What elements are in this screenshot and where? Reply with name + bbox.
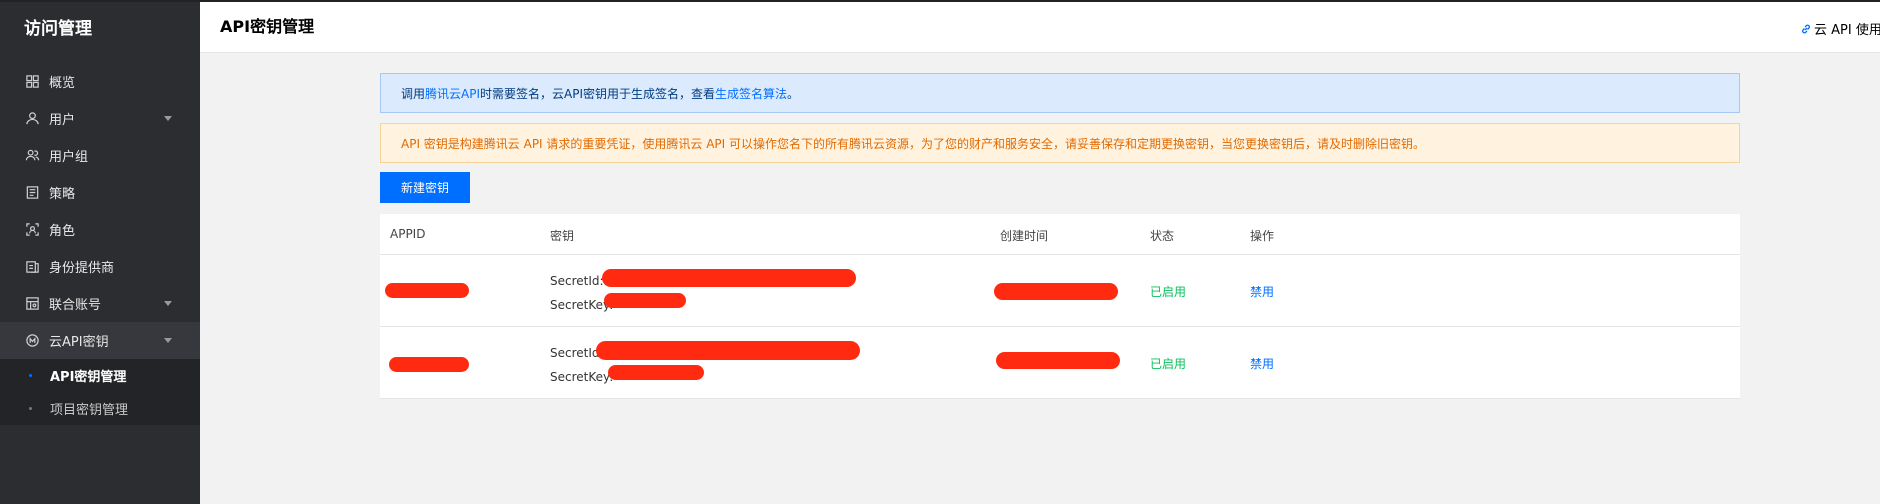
sidebar-item-federated-account[interactable]: 联合账号 [0, 285, 200, 322]
sidebar-subitem-label: 项目密钥管理 [50, 403, 129, 418]
column-header-operation: 操作 [1250, 229, 1275, 243]
column-header-key: 密钥 [550, 229, 575, 243]
table-row: SecretId: SecretKey: 已启用 禁用 [380, 327, 1740, 399]
api-doc-link-label: 云 API 使用文 [1814, 23, 1880, 38]
redacted-secret-id [596, 341, 860, 360]
sidebar-item-label: 联合账号 [49, 298, 102, 313]
page-title: API密钥管理 [220, 17, 315, 36]
table-header: APPID 密钥 创建时间 状态 操作 [380, 214, 1740, 255]
sidebar-item-label: 策略 [49, 187, 76, 202]
sidebar-item-label: 角色 [49, 224, 76, 239]
link-icon [1802, 24, 1810, 33]
column-header-appid: APPID [390, 227, 426, 241]
warning-alert: API 密钥是构建腾讯云 API 请求的重要凭证，使用腾讯云 API 可以操作您… [380, 123, 1740, 163]
sidebar-item-label: 用户 [49, 113, 76, 128]
bullet-dot-icon [29, 407, 32, 410]
sidebar-title: 访问管理 [24, 19, 92, 39]
sidebar-menu: 概览 用户 用户组 策略 角色 身份提供商 联合账号 云API密钥 API密钥管… [0, 63, 200, 425]
chevron-down-icon [164, 338, 172, 343]
federated-account-icon [24, 296, 40, 312]
redacted-secret-key [604, 293, 686, 308]
sidebar-subitem-project-key-management[interactable]: 项目密钥管理 [0, 392, 200, 425]
signature-algorithm-link[interactable]: 生成签名算法 [715, 85, 787, 102]
sidebar-item-identity-provider[interactable]: 身份提供商 [0, 248, 200, 285]
app-root: 访问管理 概览 用户 用户组 策略 角色 身份提供商 联合账号 云API密钥 A… [0, 0, 1880, 504]
disable-link[interactable]: 禁用 [1250, 283, 1274, 300]
secret-key-label: SecretKey: [550, 370, 614, 384]
tencent-cloud-api-link[interactable]: 腾讯云API [425, 85, 480, 102]
warning-alert-text: API 密钥是构建腾讯云 API 请求的重要凭证，使用腾讯云 API 可以操作您… [401, 136, 1426, 151]
sidebar-item-user-group[interactable]: 用户组 [0, 137, 200, 174]
api-key-table: APPID 密钥 创建时间 状态 操作 SecretId: SecretKey:… [380, 214, 1740, 399]
sidebar-item-overview[interactable]: 概览 [0, 63, 200, 100]
info-alert: 调用 腾讯云API 时需要签名，云API密钥用于生成签名，查看 生成签名算法 。 [380, 73, 1740, 113]
info-alert-suffix: 。 [787, 86, 800, 101]
page-header: API密钥管理 云 API 使用文 [200, 2, 1880, 53]
policy-icon [24, 185, 40, 201]
identity-provider-icon [24, 259, 40, 275]
bullet-dot-icon [29, 374, 32, 377]
redacted-created-time [996, 352, 1120, 369]
redacted-appid [389, 357, 469, 372]
chevron-down-icon [164, 301, 172, 306]
redacted-created-time [994, 283, 1118, 300]
sidebar-item-label: 用户组 [49, 150, 89, 165]
user-icon [24, 111, 40, 127]
api-doc-link[interactable]: 云 API 使用文 [1800, 19, 1880, 38]
sidebar-item-label: 概览 [49, 76, 76, 91]
status-badge: 已启用 [1150, 357, 1187, 371]
user-group-icon [24, 148, 40, 164]
chevron-down-icon [164, 116, 172, 121]
sidebar-item-policy[interactable]: 策略 [0, 174, 200, 211]
sidebar-item-role[interactable]: 角色 [0, 211, 200, 248]
sidebar-subitem-api-key-management[interactable]: API密钥管理 [0, 359, 200, 392]
status-badge: 已启用 [1150, 285, 1187, 299]
sidebar-item-label: 云API密钥 [49, 335, 109, 350]
redacted-secret-id [602, 269, 856, 287]
main-content: 调用 腾讯云API 时需要签名，云API密钥用于生成签名，查看 生成签名算法 。… [380, 73, 1740, 399]
sidebar-item-label: 身份提供商 [49, 261, 115, 276]
column-header-status: 状态 [1150, 229, 1175, 243]
disable-link[interactable]: 禁用 [1250, 355, 1274, 372]
api-key-icon [24, 333, 40, 349]
create-key-button[interactable]: 新建密钥 [380, 172, 470, 203]
info-alert-middle: 时需要签名，云API密钥用于生成签名，查看 [480, 86, 716, 101]
sidebar-item-cloud-api-key[interactable]: 云API密钥 [0, 322, 200, 359]
sidebar: 访问管理 概览 用户 用户组 策略 角色 身份提供商 联合账号 云API密钥 A… [0, 2, 200, 504]
info-alert-prefix: 调用 [401, 86, 426, 101]
column-header-created-time: 创建时间 [1000, 229, 1049, 243]
role-icon [24, 222, 40, 238]
sidebar-subitem-label: API密钥管理 [50, 370, 127, 385]
redacted-secret-key [608, 365, 704, 380]
sidebar-item-users[interactable]: 用户 [0, 100, 200, 137]
grid-icon [24, 74, 40, 90]
sidebar-submenu: API密钥管理 项目密钥管理 [0, 359, 200, 425]
table-row: SecretId: SecretKey: 已启用 禁用 [380, 255, 1740, 327]
redacted-appid [385, 283, 469, 298]
